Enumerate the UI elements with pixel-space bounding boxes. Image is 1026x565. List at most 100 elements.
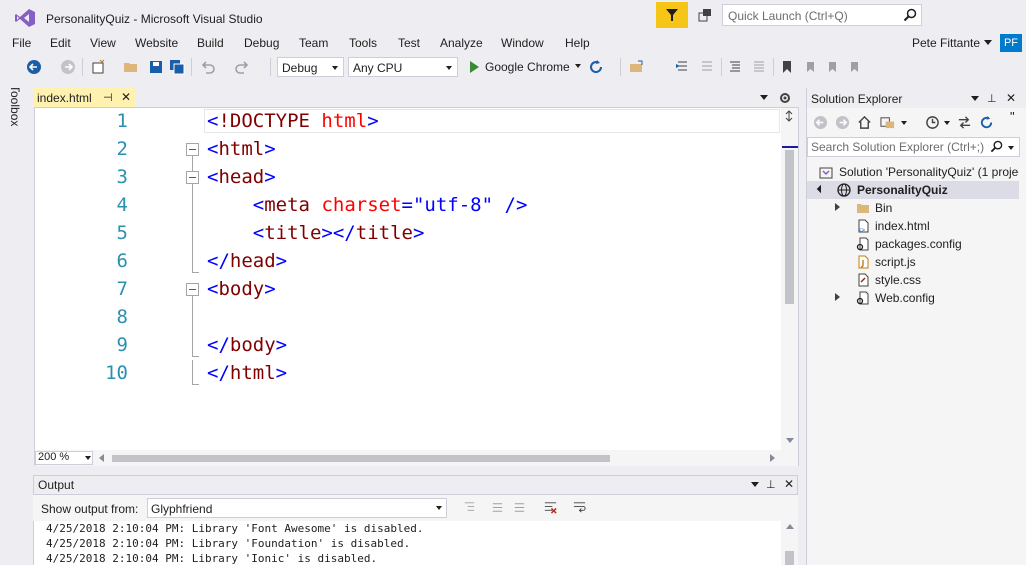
switch-views-caret-icon[interactable] (901, 121, 907, 125)
browser-link-icon[interactable] (628, 59, 644, 75)
solution-platform-select[interactable]: Any CPU (348, 57, 458, 77)
output-menu-icon[interactable] (751, 482, 759, 487)
menu-analyze[interactable]: Analyze (440, 36, 483, 50)
forward-icon[interactable] (835, 115, 850, 130)
panel-menu-icon[interactable] (971, 96, 979, 101)
tree-item-index-html[interactable]: index.html (875, 219, 930, 237)
switch-views-icon[interactable] (880, 115, 895, 130)
search-icon[interactable] (990, 140, 1003, 153)
run-target-button[interactable]: Google Chrome (485, 60, 570, 74)
close-output-icon[interactable]: ✕ (784, 477, 794, 491)
code-line-9[interactable]: </body> (207, 334, 287, 356)
home-icon[interactable] (857, 115, 872, 130)
tree-item-bin[interactable]: Bin (875, 201, 892, 219)
horizontal-scroll-thumb[interactable] (112, 455, 610, 462)
step-into-icon[interactable] (675, 59, 691, 75)
code-editor[interactable] (34, 107, 799, 466)
save-all-icon[interactable] (169, 59, 185, 75)
undo-icon[interactable] (200, 59, 216, 75)
code-line-10[interactable]: </html> (207, 362, 287, 384)
menu-test[interactable]: Test (398, 36, 420, 50)
collapse-head-icon[interactable] (186, 171, 199, 184)
code-line-2[interactable]: <html> (207, 138, 276, 160)
previous-bookmark-icon[interactable] (802, 59, 818, 75)
save-icon[interactable] (148, 59, 164, 75)
bookmark-icon[interactable] (779, 59, 795, 75)
code-line-3[interactable]: <head> (207, 166, 276, 188)
menu-debug[interactable]: Debug (244, 36, 279, 50)
scroll-down-icon[interactable] (786, 438, 794, 443)
menu-edit[interactable]: Edit (50, 36, 71, 50)
feedback-button[interactable] (694, 4, 716, 26)
toggle-word-wrap-icon[interactable] (572, 500, 587, 515)
tree-item-project[interactable]: PersonalityQuiz (857, 183, 948, 201)
close-panel-icon[interactable]: ✕ (1006, 91, 1016, 105)
menu-window[interactable]: Window (501, 36, 544, 50)
pin-tab-icon[interactable]: ⊣ (103, 91, 113, 104)
chevron-down-icon[interactable] (436, 506, 442, 510)
step-over-icon[interactable] (699, 59, 715, 75)
editor-scroll-thumb[interactable] (785, 150, 794, 304)
settings-gear-icon[interactable] (777, 91, 793, 105)
find-message-in-code-icon[interactable] (462, 500, 477, 515)
redo-icon[interactable] (234, 59, 250, 75)
output-scroll-up-icon[interactable] (786, 524, 794, 529)
pending-changes-filter-icon[interactable] (925, 115, 940, 130)
menu-view[interactable]: View (90, 36, 116, 50)
zoom-caret-icon[interactable] (85, 456, 91, 460)
search-options-caret-icon[interactable] (1008, 146, 1014, 150)
tab-overflow-icon[interactable] (760, 95, 768, 100)
code-line-7[interactable]: <body> (207, 278, 276, 300)
toolbox-tab[interactable]: Toolbox (4, 88, 26, 148)
navigate-forward-icon[interactable] (60, 59, 76, 75)
user-menu-caret-icon[interactable] (984, 40, 992, 45)
scroll-right-icon[interactable] (770, 454, 775, 462)
menu-build[interactable]: Build (197, 36, 224, 50)
quick-launch-input[interactable]: Quick Launch (Ctrl+Q) (722, 4, 922, 26)
tree-item-packages-config[interactable]: packages.config (875, 237, 962, 255)
menu-website[interactable]: Website (135, 36, 178, 50)
run-target-caret-icon[interactable] (575, 64, 581, 68)
next-message-icon[interactable] (512, 500, 527, 515)
filter-caret-icon[interactable] (944, 121, 950, 125)
avatar[interactable]: PF (1000, 34, 1022, 52)
menu-tools[interactable]: Tools (349, 36, 377, 50)
notification-filter-button[interactable] (656, 2, 688, 28)
toolbar-overflow-icon[interactable]: " (1010, 109, 1015, 124)
code-line-4[interactable]: <meta charset="utf-8" /> (207, 194, 528, 216)
split-window-icon[interactable] (783, 110, 795, 122)
menu-team[interactable]: Team (299, 36, 328, 50)
pin-panel-icon[interactable]: ⊥ (987, 92, 997, 105)
collapse-html-icon[interactable] (186, 143, 199, 156)
scroll-left-icon[interactable] (99, 454, 104, 462)
tree-item-web-config[interactable]: Web.config (875, 291, 935, 309)
menu-file[interactable]: File (12, 36, 31, 50)
close-tab-icon[interactable]: ✕ (121, 90, 131, 104)
collapse-body-icon[interactable] (186, 283, 199, 296)
user-name[interactable]: Pete Fittante (912, 36, 980, 50)
previous-message-icon[interactable] (490, 500, 505, 515)
collapsed-caret-icon[interactable] (835, 293, 840, 301)
start-debugging-icon[interactable] (466, 59, 482, 75)
refresh-icon[interactable] (979, 115, 994, 130)
clear-bookmarks-icon[interactable] (846, 59, 862, 75)
tree-item-script-js[interactable]: script.js (875, 255, 916, 273)
comment-lines-icon[interactable] (727, 59, 743, 75)
next-bookmark-icon[interactable] (824, 59, 840, 75)
refresh-icon[interactable] (588, 59, 604, 75)
navigate-back-icon[interactable] (26, 59, 42, 75)
menu-help[interactable]: Help (565, 36, 590, 50)
code-line-1[interactable]: <!DOCTYPE html> (207, 110, 379, 132)
open-file-icon[interactable] (123, 59, 139, 75)
new-project-icon[interactable] (90, 59, 106, 75)
solution-configuration-select[interactable]: Debug (277, 57, 344, 77)
back-icon[interactable] (813, 115, 828, 130)
pin-output-icon[interactable]: ⊥ (766, 478, 776, 491)
tree-item-style-css[interactable]: style.css (875, 273, 921, 291)
clear-all-icon[interactable] (543, 500, 558, 515)
uncomment-lines-icon[interactable] (751, 59, 767, 75)
code-line-5[interactable]: <title></title> (207, 222, 425, 244)
sync-active-document-icon[interactable] (957, 115, 972, 130)
output-scroll-thumb[interactable] (785, 551, 794, 565)
collapsed-caret-icon[interactable] (835, 203, 840, 211)
